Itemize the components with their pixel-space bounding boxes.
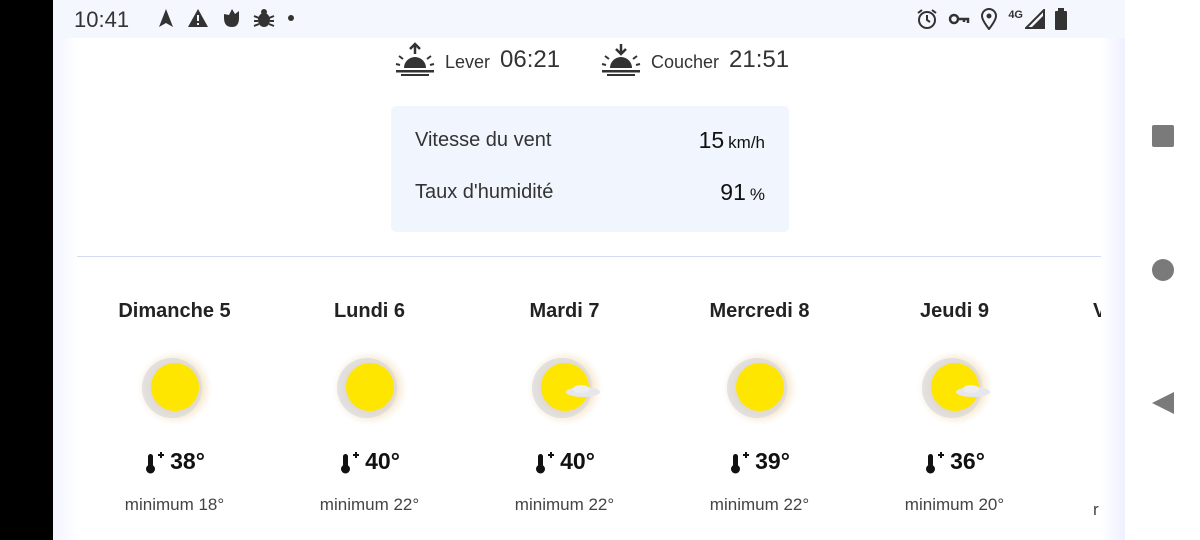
day-min-temp: r	[1093, 500, 1099, 519]
vpn-key-icon	[948, 8, 970, 30]
sun-icon	[135, 348, 215, 428]
humidity-value: 91	[720, 179, 746, 205]
day-max-temp: 40°	[272, 448, 467, 475]
dot-icon	[287, 8, 295, 28]
humidity-unit: %	[749, 185, 765, 204]
thermometer-plus-icon	[144, 450, 166, 474]
sunset-label: Coucher	[651, 51, 720, 72]
back-triangle-icon[interactable]	[1151, 391, 1175, 415]
stats-box: Vitesse du vent 15 km/h Taux d'humidité 9…	[391, 106, 789, 232]
day-name: V	[1093, 300, 1101, 322]
day-min-temp: minimum 22°	[514, 495, 615, 514]
max-temp-value: 40°	[560, 448, 595, 474]
max-temp-value: 40°	[365, 448, 400, 474]
wind-value: 15	[698, 127, 725, 153]
wind-label: Vitesse du vent	[415, 129, 552, 151]
day-min-temp: minimum 22°	[709, 495, 810, 514]
day-name: Mardi 7	[529, 300, 600, 322]
sunrise-icon	[395, 42, 435, 76]
status-left-icons	[157, 8, 295, 28]
alarm-icon	[916, 8, 938, 30]
status-time: 10:41	[74, 7, 130, 32]
sunrise-label: Lever	[445, 51, 491, 72]
screen-left-edge	[0, 0, 53, 540]
section-divider	[77, 256, 1101, 257]
humidity-value-group: 91%	[720, 179, 765, 206]
humidity-row: Taux d'humidité 91%	[415, 179, 765, 211]
humidity-label: Taux d'humidité	[415, 181, 554, 203]
thermometer-plus-icon	[924, 450, 946, 474]
day-min-temp: minimum 20°	[904, 495, 1005, 514]
forecast-list[interactable]: Dimanche 5 38° minimum 18° Lundi 6 40° m…	[77, 300, 1101, 540]
day-min-temp: minimum 22°	[319, 495, 420, 514]
battery-icon	[1055, 8, 1067, 30]
wind-row: Vitesse du vent 15 km/h	[415, 127, 765, 159]
sun-icon	[720, 348, 800, 428]
forecast-day[interactable]: Jeudi 9 36° minimum 20°	[857, 300, 1052, 515]
home-circle-icon[interactable]	[1151, 258, 1175, 282]
max-temp-value: 38°	[170, 448, 205, 474]
forecast-day[interactable]: Mardi 7 40° minimum 22°	[467, 300, 662, 515]
forecast-day[interactable]: Dimanche 5 38° minimum 18°	[77, 300, 272, 515]
sun-cloud-icon	[525, 348, 605, 428]
network-type-label: 4G	[1008, 9, 1023, 21]
day-name: Dimanche 5	[118, 300, 231, 322]
thermometer-plus-icon	[534, 450, 556, 474]
day-max-temp: 40°	[467, 448, 662, 475]
forecast-day[interactable]: Mercredi 8 39° minimum 22°	[662, 300, 857, 515]
weather-card: Lever 06:21 Coucher 21:51 Vitesse du ven…	[77, 38, 1101, 540]
max-temp-value: 36°	[950, 448, 985, 474]
sunset-time: 21:51	[729, 46, 790, 73]
day-name: Lundi 6	[333, 300, 406, 322]
sunset: Coucher 21:51	[601, 42, 789, 76]
max-temp-value: 39°	[755, 448, 790, 474]
recents-square-icon[interactable]	[1151, 124, 1175, 148]
day-name: Mercredi 8	[709, 300, 810, 322]
forecast-day-partial[interactable]: V r	[1093, 300, 1101, 520]
wind-unit: km/h	[728, 133, 765, 152]
thermometer-plus-icon	[339, 450, 361, 474]
day-name: Jeudi 9	[920, 300, 989, 322]
system-nav-bar	[1125, 0, 1200, 540]
forecast-day[interactable]: Lundi 6 40° minimum 22°	[272, 300, 467, 515]
status-bar: 10:41 4G	[53, 0, 1125, 38]
status-right-icons: 4G	[916, 8, 1067, 30]
day-max-temp: 36°	[857, 448, 1052, 475]
sun-icon	[330, 348, 410, 428]
sunrise: Lever 06:21	[395, 42, 560, 76]
sunset-icon	[601, 42, 641, 76]
sun-cloud-icon	[915, 348, 995, 428]
navigation-arrow-icon	[157, 8, 175, 28]
sunrise-time: 06:21	[500, 46, 561, 73]
thermometer-plus-icon	[729, 450, 751, 474]
location-icon	[980, 8, 998, 30]
day-max-temp: 39°	[662, 448, 857, 475]
day-max-temp: 38°	[77, 448, 272, 475]
weather-app: Lever 06:21 Coucher 21:51 Vitesse du ven…	[53, 38, 1125, 540]
day-min-temp: minimum 18°	[124, 495, 225, 514]
wind-value-group: 15 km/h	[699, 127, 765, 154]
sun-times: Lever 06:21 Coucher 21:51	[77, 42, 1101, 82]
warning-icon	[187, 8, 209, 28]
bug-icon	[253, 8, 275, 28]
app-notification-icon	[221, 8, 241, 28]
signal-icon	[1025, 9, 1045, 29]
